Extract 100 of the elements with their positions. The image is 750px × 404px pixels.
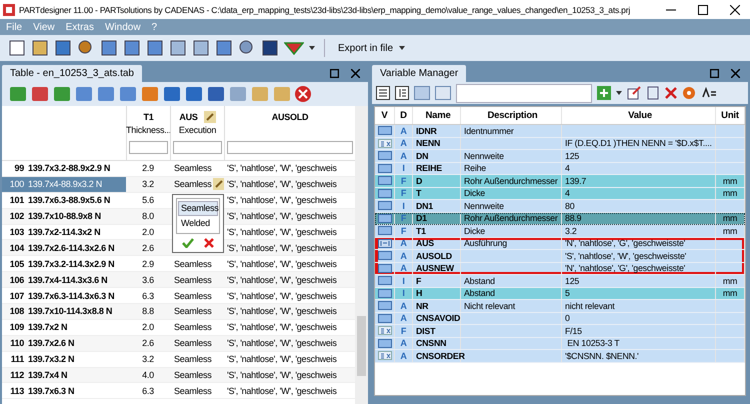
close-icon[interactable] — [731, 68, 740, 78]
export-dropdown[interactable]: Export in file — [334, 40, 410, 56]
variable-value: 88.9 — [565, 213, 582, 224]
add-variable-icon[interactable] — [597, 86, 611, 100]
table-cell: 2.6 — [142, 242, 154, 253]
variable-unit: mm — [722, 188, 738, 198]
gear-icon[interactable] — [682, 86, 696, 100]
variable-value: 4 — [565, 163, 570, 174]
column-header[interactable]: V — [375, 107, 395, 124]
scrollbar-thumb[interactable] — [357, 316, 366, 376]
variable-value: '$CNSNN. $NENN.' — [565, 350, 638, 361]
column-header[interactable]: AUSOLD — [272, 112, 308, 122]
row-name: 139.7x2-114.3x2 N — [28, 227, 100, 237]
row-name: 139.7x10-88.9x8 N — [28, 211, 101, 222]
table-cell: Seamless — [174, 258, 212, 269]
column-header[interactable]: Description — [461, 107, 562, 124]
app-logo-icon — [3, 4, 15, 16]
table-cell: Seamless — [174, 290, 212, 301]
type-label: A — [400, 150, 407, 161]
column-header[interactable]: Unit — [716, 107, 745, 124]
table-cell: 'S', 'nahtlose', 'W', 'geschweis — [227, 163, 337, 174]
maximize-icon[interactable] — [330, 68, 339, 78]
row-number: 106 — [10, 274, 24, 285]
variable-name: DN — [416, 150, 428, 161]
close-icon[interactable] — [351, 68, 360, 78]
row-name: 139.7x10-114.3x8.8 N — [28, 306, 112, 316]
search-field[interactable] — [456, 84, 592, 102]
variable-description: Rohr Außendurchmesser — [464, 213, 558, 224]
panel-tab[interactable]: Table - en_10253_3_ats.tab — [2, 64, 142, 82]
variable-name: AUSOLD — [416, 250, 452, 261]
row-name: 139.7x6.3-88.9x5.6 N — [28, 195, 110, 206]
row-name: 139.7x2.6-114.3x2.6 N — [28, 242, 114, 253]
close-icon[interactable] — [730, 4, 740, 14]
variable-description: Dicke — [464, 188, 485, 198]
variable-name: H — [416, 288, 422, 298]
cancel-icon[interactable] — [294, 85, 312, 103]
filter-field[interactable] — [227, 141, 353, 154]
table-cell: 'S', 'nahtlose', 'W', 'geschweis — [227, 242, 337, 253]
table-cell: 'S', 'nahtlose', 'W', 'geschweis — [227, 179, 337, 190]
row-name: 139.7x3.2 N — [28, 354, 74, 364]
row-number: 102 — [10, 211, 24, 222]
table-cell: 'S', 'nahtlose', 'W', 'geschweis — [227, 370, 337, 380]
column-header[interactable]: D — [395, 107, 413, 124]
triangle-down-icon[interactable] — [284, 41, 304, 55]
pencil-icon[interactable] — [204, 111, 216, 123]
caret-icon[interactable] — [399, 46, 406, 50]
table-cell: Seamless — [174, 386, 212, 396]
caret-icon[interactable] — [616, 91, 622, 95]
column-header[interactable]: T1 — [143, 112, 154, 122]
type-label: A — [400, 350, 407, 361]
detail-view-icon[interactable] — [395, 86, 409, 100]
filter-field[interactable] — [129, 141, 168, 154]
column-header[interactable]: Name — [413, 107, 461, 124]
filter-field[interactable] — [173, 141, 222, 154]
panel-tab[interactable]: Variable Manager — [372, 64, 466, 82]
dropdown-option[interactable]: Welded — [178, 216, 218, 231]
dropdown-option[interactable]: Seamless — [178, 201, 218, 216]
variable-value: nicht relevant — [565, 300, 615, 311]
window-title: PARTdesigner 11.00 - PARTsolutions by CADENAS - C:\data_erp_mapping_tests\23d-libs\23d-libs\erp_mapping_demo\value_range_values_changed\en_10253_3_ats.prj — [19, 4, 632, 14]
table-cell: 3.2 — [142, 354, 154, 364]
type-label: F — [400, 226, 406, 236]
type-label: I — [402, 163, 405, 174]
caret-icon[interactable] — [309, 46, 315, 50]
delete-icon[interactable] — [665, 87, 677, 99]
column-header[interactable]: AUS — [179, 112, 198, 122]
row-name: 139.7x6.3-114.3x6.3 N — [28, 290, 114, 301]
row-number: 104 — [10, 242, 24, 253]
type-label: A — [400, 126, 407, 136]
edit-icon[interactable] — [627, 86, 641, 100]
variable-name: DIST — [416, 326, 436, 336]
variable-value: 'N', 'nahtlose', 'G', 'geschweisste' — [565, 263, 686, 274]
variable-name: AUS — [416, 238, 434, 248]
table-cell: 'S', 'nahtlose', 'W', 'geschweis — [227, 306, 337, 316]
table-cell: 3.6 — [142, 274, 154, 285]
table-cell: 'S', 'nahtlose', 'W', 'geschweis — [227, 227, 337, 237]
table-cell: 'S', 'nahtlose', 'W', 'geschweis — [227, 322, 337, 332]
table-cell: 'S', 'nahtlose', 'W', 'geschweis — [227, 290, 337, 301]
variable-unit: mm — [722, 288, 738, 298]
variable-value: EN 10253-3 T — [566, 338, 620, 348]
row-number: 113 — [10, 386, 24, 396]
variable-unit: mm — [722, 213, 738, 224]
type-label: I — [402, 276, 405, 286]
row-number: 101 — [10, 195, 24, 206]
sort-icon[interactable] — [701, 87, 717, 99]
list-view-icon[interactable] — [376, 86, 390, 100]
variable-name: T — [416, 188, 422, 198]
table-cell: Seamless — [174, 322, 212, 332]
type-label: A — [400, 238, 407, 248]
variable-name: NENN — [416, 138, 440, 148]
table-cell: 6.3 — [142, 386, 154, 396]
pencil-icon[interactable] — [212, 178, 224, 190]
checkmark-icon[interactable] — [182, 238, 194, 248]
type-label: A — [400, 138, 407, 148]
table-cell: 'S', 'nahtlose', 'W', 'geschweis — [227, 354, 337, 364]
maximize-icon[interactable] — [698, 4, 708, 14]
column-header[interactable]: Value — [562, 107, 716, 124]
variable-description: Nennweite — [464, 200, 504, 211]
maximize-icon[interactable] — [710, 68, 719, 78]
table-cell: Seamless — [174, 338, 212, 348]
row-number: 111 — [10, 354, 24, 364]
